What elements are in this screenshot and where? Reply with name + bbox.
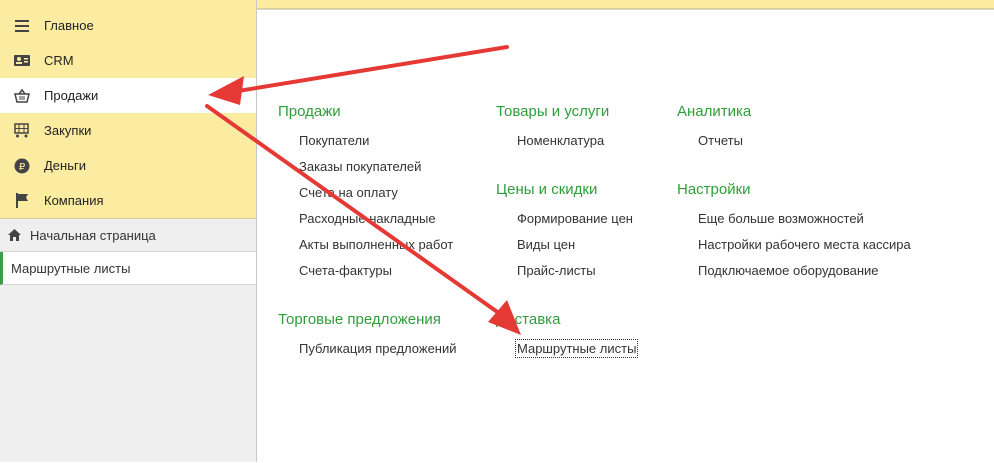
section-content: Продажи Покупатели Заказы покупателей Сч… (257, 9, 994, 463)
home-page-label: Начальная страница (30, 227, 156, 243)
link-zakazy-pokupateley[interactable]: Заказы покупателей (278, 159, 453, 185)
svg-text:₽: ₽ (19, 162, 26, 173)
link-scheta-faktury[interactable]: Счета-фактуры (278, 263, 453, 289)
group-title: Продажи (278, 103, 341, 120)
link-marshrutnye-listy[interactable]: Маршрутные листы (496, 339, 639, 367)
basket-icon (14, 88, 30, 104)
section-label: Закупки (44, 123, 92, 138)
link-vidy-tsen[interactable]: Виды цен (496, 237, 633, 263)
link-pokupateli[interactable]: Покупатели (278, 133, 453, 159)
link-nastroyki-rabochego-mesta-kassira[interactable]: Настройки рабочего места кассира (677, 237, 911, 263)
link-prays-listy[interactable]: Прайс-листы (496, 263, 633, 289)
cart-icon (14, 123, 30, 139)
section-zakupki[interactable]: Закупки (0, 113, 256, 148)
link-nomenklatura[interactable]: Номенклатура (496, 133, 609, 159)
group-title: Торговые предложения (278, 311, 441, 328)
home-icon (8, 229, 21, 241)
group-title: Настройки (677, 181, 751, 198)
section-crm[interactable]: CRM (0, 43, 256, 78)
home-page-item[interactable]: Начальная страница (0, 219, 256, 252)
group-tseny-i-skidki: Цены и скидки Формирование цен Виды цен … (496, 181, 633, 289)
menu-icon (14, 18, 30, 34)
group-title: Доставка (496, 311, 561, 328)
section-label: Деньги (44, 158, 86, 173)
link-formirovanie-tsen[interactable]: Формирование цен (496, 211, 633, 237)
section-label: CRM (44, 53, 74, 68)
sidebar: Главное CRM Продажи Закупки ₽ Деньги Ком… (0, 0, 257, 462)
link-scheta-na-oplatu[interactable]: Счета на оплату (278, 185, 453, 211)
group-prodazhi: Продажи Покупатели Заказы покупателей Сч… (278, 103, 453, 289)
section-label: Продажи (44, 88, 99, 103)
group-torgovye-predlozheniya: Торговые предложения Публикация предложе… (278, 311, 457, 367)
group-analitika: Аналитика Отчеты (677, 103, 751, 159)
group-title: Аналитика (677, 103, 752, 120)
link-akty-vypolnennykh-rabot[interactable]: Акты выполненных работ (278, 237, 453, 263)
open-window-label: Маршрутные листы (11, 260, 131, 276)
group-nastroyki: Настройки Еще больше возможностей Настро… (677, 181, 911, 289)
link-raskhodnye-nakladnye[interactable]: Расходные накладные (278, 211, 453, 237)
sections-panel: Главное CRM Продажи Закупки ₽ Деньги Ком… (0, 0, 256, 219)
link-podklyuchaemoe-oborudovanie[interactable]: Подключаемое оборудование (677, 263, 911, 289)
group-dostavka: Доставка Маршрутные листы (496, 311, 639, 367)
section-prodazhi[interactable]: Продажи (0, 78, 256, 113)
section-dengi[interactable]: ₽ Деньги (0, 148, 256, 183)
section-glavnoe[interactable]: Главное (0, 8, 256, 43)
group-title: Цены и скидки (496, 181, 598, 198)
section-label: Компания (44, 193, 104, 208)
section-label: Главное (44, 18, 94, 33)
flag-icon (14, 193, 30, 209)
ruble-coin-icon: ₽ (14, 158, 30, 174)
group-title: Товары и услуги (496, 103, 610, 120)
link-eshche-bolshe-vozmozhnostey[interactable]: Еще больше возможностей (677, 211, 911, 237)
group-tovary-i-uslugi: Товары и услуги Номенклатура (496, 103, 609, 159)
open-window-item[interactable]: Маршрутные листы (0, 252, 256, 285)
link-otchety[interactable]: Отчеты (677, 133, 751, 159)
link-publikatsiya-predlozheniy[interactable]: Публикация предложений (278, 341, 457, 367)
section-kompaniya[interactable]: Компания (0, 183, 256, 218)
id-card-icon (14, 53, 30, 69)
